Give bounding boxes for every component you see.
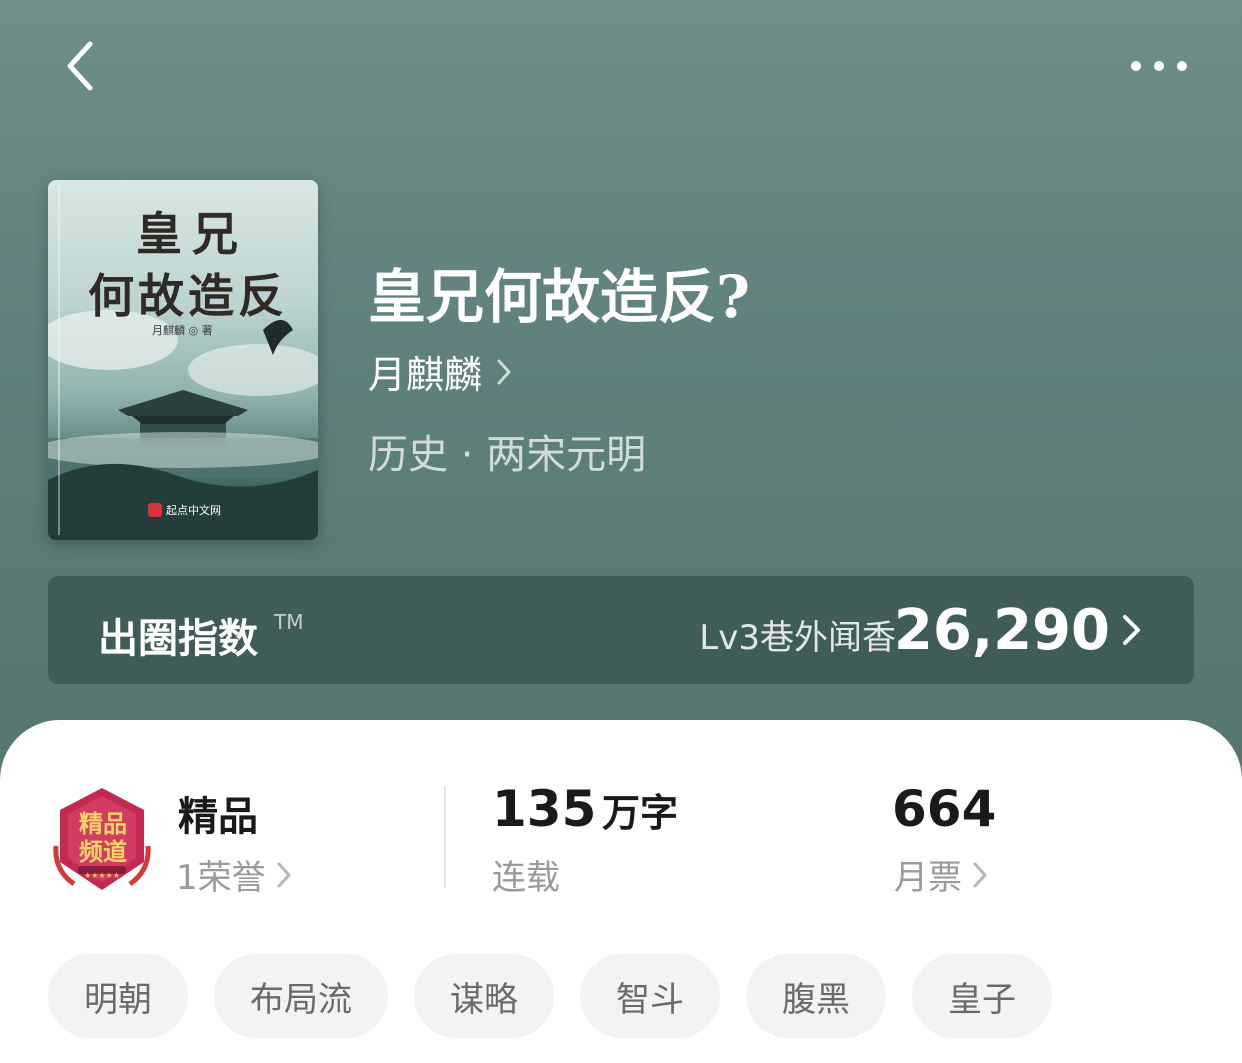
word-count: 135 万字 — [492, 780, 678, 838]
more-horizontal-icon — [1131, 61, 1187, 71]
honor-link[interactable]: 1荣誉 — [176, 850, 292, 899]
monthly-ticket-link[interactable]: 月票 — [894, 850, 988, 899]
author-name: 月麒麟 — [368, 353, 483, 397]
publisher-name: 起点中文网 — [166, 504, 221, 517]
stat-divider — [444, 786, 446, 888]
book-hero: 皇兄 何故造反 月麒麟 ◎ 著 起点中文网 皇兄何故造反? 月麒麟 历史 · 两… — [0, 0, 1242, 780]
word-count-number: 135 — [492, 780, 597, 838]
book-cover[interactable]: 皇兄 何故造反 月麒麟 ◎ 著 起点中文网 — [48, 180, 318, 540]
index-value: 26,290 — [893, 598, 1110, 663]
serial-status: 连载 — [492, 850, 560, 899]
serial-status-label: 连载 — [492, 858, 560, 898]
monthly-ticket-count: 664 — [892, 780, 997, 838]
book-title: 皇兄何故造反? — [368, 263, 750, 331]
book-genre: 历史 · 两宋元明 — [368, 432, 647, 478]
chevron-right-icon — [973, 862, 987, 887]
tag-chip[interactable]: 明朝 — [48, 954, 188, 1038]
trademark-mark: TM — [274, 610, 304, 634]
chevron-left-icon — [67, 41, 93, 91]
author-link[interactable]: 月麒麟 — [368, 344, 512, 399]
badge-title: 精品 — [178, 794, 258, 840]
tag-chip[interactable]: 皇子 — [912, 954, 1052, 1038]
chevron-right-icon — [277, 862, 291, 887]
tag-chip[interactable]: 布局流 — [214, 954, 388, 1038]
index-level: Lv3巷外闻香 — [699, 618, 896, 658]
tag-chip[interactable]: 腹黑 — [746, 954, 886, 1038]
premium-channel-badge-icon[interactable]: ★★★★★ 精品频道 — [52, 786, 152, 892]
tag-chip[interactable]: 智斗 — [580, 954, 720, 1038]
back-button[interactable] — [60, 38, 108, 94]
word-count-unit: 万字 — [601, 791, 678, 835]
tag-chip[interactable]: 谋略 — [414, 954, 554, 1038]
svg-text:★★★★★: ★★★★★ — [84, 871, 120, 880]
cover-publisher: 起点中文网 — [148, 502, 221, 518]
cover-title-line2: 何故造反 — [88, 269, 288, 323]
cover-title-line1: 皇兄 — [136, 207, 248, 261]
index-title: 出圈指数 — [98, 616, 258, 662]
chevron-right-icon — [497, 359, 511, 384]
chevron-right-icon — [1123, 615, 1140, 645]
more-button[interactable] — [1124, 50, 1196, 82]
badge-text: 精品频道 — [79, 809, 127, 866]
tag-list: 明朝 布局流 谋略 智斗 腹黑 皇子 — [48, 954, 1052, 1038]
monthly-ticket-label: 月票 — [894, 858, 962, 898]
cover-author: 月麒麟 ◎ 著 — [152, 324, 213, 337]
publisher-logo-icon — [148, 503, 162, 517]
honor-count: 1荣誉 — [176, 858, 266, 898]
popularity-index-bar[interactable]: 出圈指数 TM Lv3巷外闻香 26,290 — [48, 576, 1194, 684]
